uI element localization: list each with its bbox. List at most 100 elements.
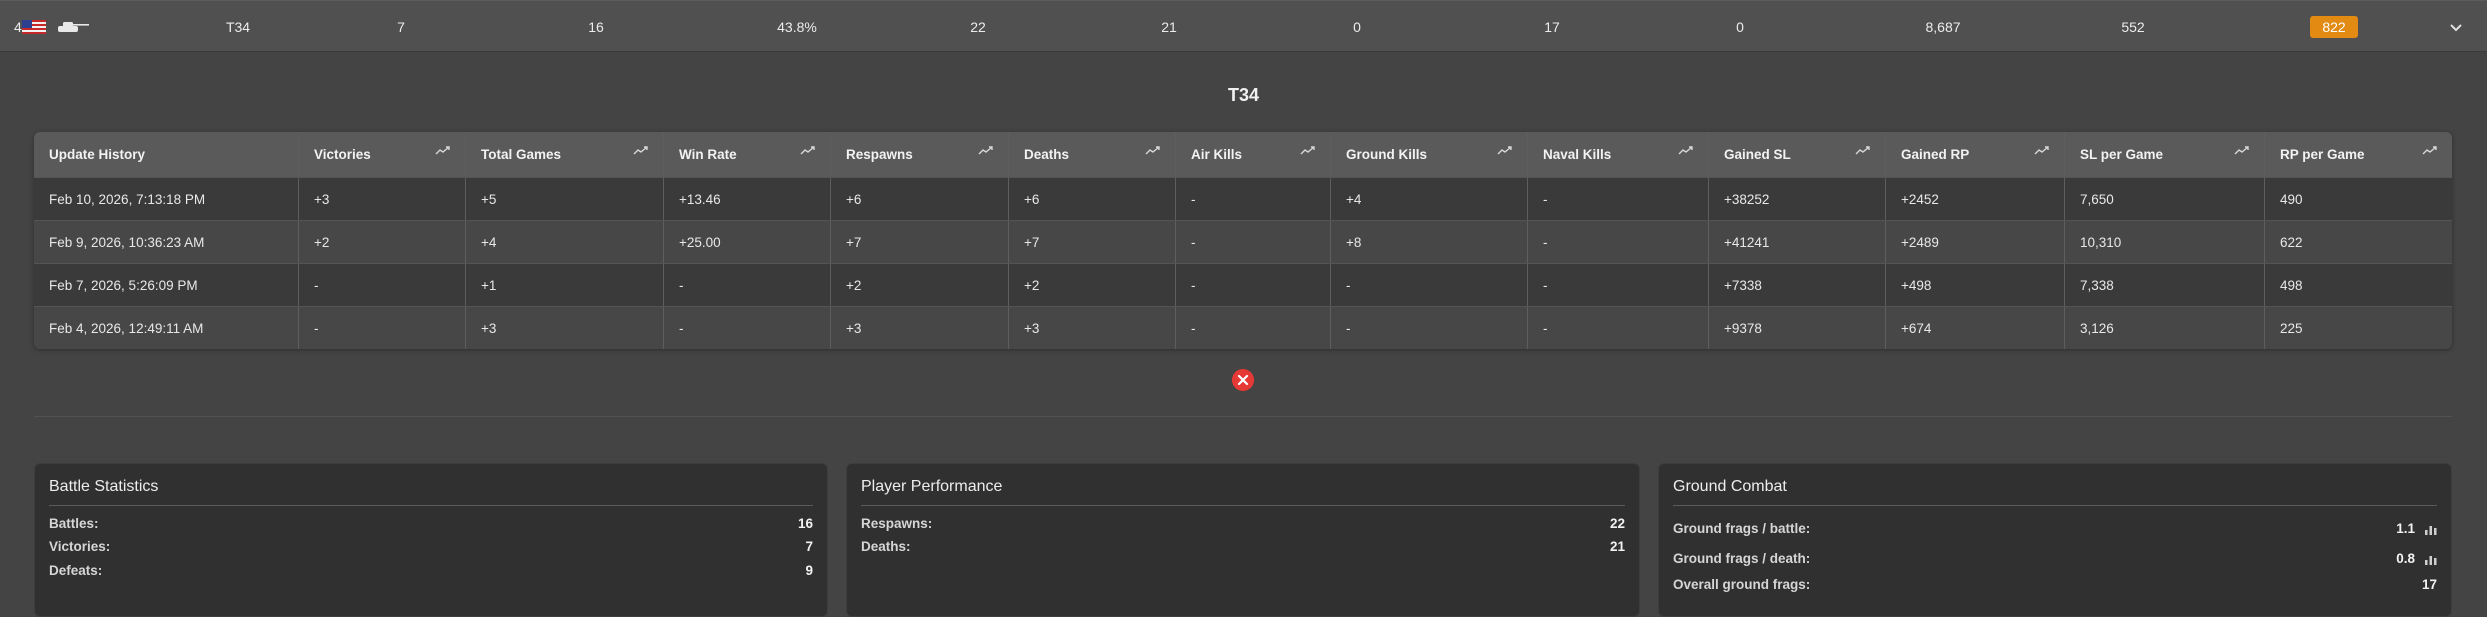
table-cell-respawns: +2 xyxy=(831,264,1009,306)
summary-total-games: 16 xyxy=(588,19,604,35)
stat-row-deaths: Deaths: 21 xyxy=(861,537,1625,557)
column-header-gained-rp[interactable]: Gained RP xyxy=(1886,132,2065,177)
trend-chart-icon[interactable] xyxy=(1497,146,1513,156)
stat-row-defeats: Defeats: 9 xyxy=(49,561,813,581)
column-header-air-kills[interactable]: Air Kills xyxy=(1176,132,1331,177)
table-cell-deaths: +7 xyxy=(1009,221,1176,263)
trend-chart-icon[interactable] xyxy=(2034,146,2050,156)
trend-chart-icon[interactable] xyxy=(2422,146,2438,156)
column-header-respawns[interactable]: Respawns xyxy=(831,132,1009,177)
column-header-victories[interactable]: Victories xyxy=(299,132,466,177)
table-cell-win-rate: - xyxy=(664,264,831,306)
stat-row-overall-ground-frags: Overall ground frags: 17 xyxy=(1673,575,2437,595)
column-header-label: Ground Kills xyxy=(1346,147,1427,162)
trend-chart-icon[interactable] xyxy=(2234,146,2250,156)
close-icon[interactable] xyxy=(1232,369,1254,391)
ground-combat-card: Ground Combat Ground frags / battle: 1.1… xyxy=(1658,463,2452,617)
table-cell-sl-per-game: 10,310 xyxy=(2065,221,2265,263)
battle-statistics-card: Battle Statistics Battles: 16 Victories:… xyxy=(34,463,828,617)
stat-value: 7 xyxy=(805,539,813,554)
column-header-naval-kills[interactable]: Naval Kills xyxy=(1528,132,1709,177)
column-header-label: Update History xyxy=(49,147,146,162)
stat-label: Ground frags / death: xyxy=(1673,551,1811,566)
table-cell-update-history: Feb 10, 2026, 7:13:18 PM xyxy=(34,178,299,220)
column-header-label: Total Games xyxy=(481,147,562,162)
table-cell-gained-rp: +674 xyxy=(1886,307,2065,349)
table-cell-victories: +3 xyxy=(299,178,466,220)
column-header-update-history[interactable]: Update History xyxy=(34,132,299,177)
table-cell-win-rate: +25.00 xyxy=(664,221,831,263)
table-cell-rp-per-game: 490 xyxy=(2280,191,2303,207)
column-header-label: RP per Game xyxy=(2280,147,2365,162)
table-cell-sl-per-game: 3,126 xyxy=(2065,307,2265,349)
trend-chart-icon[interactable] xyxy=(1678,146,1694,156)
trend-chart-icon[interactable] xyxy=(1855,146,1871,156)
table-cell-deaths: +3 xyxy=(1009,307,1176,349)
table-row: Feb 10, 2026, 7:13:18 PM +3 +5 +13.46 +6 +6- +… xyxy=(34,177,2452,220)
card-divider xyxy=(1673,505,2437,506)
table-cell-gained-sl: +41241 xyxy=(1709,221,1886,263)
trend-chart-icon[interactable] xyxy=(800,146,816,156)
table-cell-sl-per-game: 7,338 xyxy=(2065,264,2265,306)
trend-chart-icon[interactable] xyxy=(435,146,451,156)
summary-gained-sl: 8,687 xyxy=(1925,19,1961,35)
trend-chart-icon[interactable] xyxy=(1145,146,1161,156)
table-cell-update-history: Feb 4, 2026, 12:49:11 AM xyxy=(34,307,299,349)
bar-chart-icon[interactable] xyxy=(2425,524,2437,535)
score-badge: 822 xyxy=(2310,16,2358,38)
column-header-deaths[interactable]: Deaths xyxy=(1009,132,1176,177)
section-divider xyxy=(34,416,2452,417)
table-cell-rp-per-game: 498 xyxy=(2280,277,2303,293)
table-cell-naval-kills: - xyxy=(1528,221,1709,263)
trend-chart-icon[interactable] xyxy=(978,146,994,156)
stat-value: 9 xyxy=(805,563,813,578)
column-header-gained-sl[interactable]: Gained SL xyxy=(1709,132,1886,177)
table-cell-victories: - xyxy=(299,307,466,349)
table-cell-naval-kills: - xyxy=(1528,307,1709,349)
summary-gained-rp: 552 xyxy=(2121,19,2145,35)
summary-air-kills: 0 xyxy=(1353,19,1361,35)
chevron-down-icon[interactable] xyxy=(2447,18,2465,36)
summary-ground-kills: 17 xyxy=(1544,19,1560,35)
trend-chart-icon[interactable] xyxy=(1300,146,1316,156)
vehicle-summary-row[interactable]: 4 T34 7 16 43.8% 22 21 0 17 0 8,687 552 … xyxy=(0,0,2487,52)
table-cell-air-kills: - xyxy=(1176,307,1331,349)
column-header-label: Gained RP xyxy=(1901,147,1970,162)
trend-chart-icon[interactable] xyxy=(633,146,649,156)
column-header-label: Air Kills xyxy=(1191,147,1243,162)
stat-value: 21 xyxy=(1609,539,1625,554)
stat-label: Defeats: xyxy=(49,563,103,578)
table-cell-win-rate: - xyxy=(664,307,831,349)
player-performance-card: Player Performance Respawns: 22 Deaths: … xyxy=(846,463,1640,617)
column-header-total-games[interactable]: Total Games xyxy=(466,132,664,177)
column-header-sl-per-game[interactable]: SL per Game xyxy=(2065,132,2265,177)
detail-title: T34 xyxy=(1227,85,1260,105)
column-header-label: Deaths xyxy=(1024,147,1070,162)
card-title: Battle Statistics xyxy=(49,478,159,495)
stat-value: 17 xyxy=(2421,577,2437,592)
table-cell-update-history: Feb 7, 2026, 5:26:09 PM xyxy=(34,264,299,306)
card-divider xyxy=(861,505,1625,506)
summary-naval-kills: 0 xyxy=(1736,19,1744,35)
column-header-label: Respawns xyxy=(846,147,913,162)
table-cell-rp-per-game: 225 xyxy=(2280,320,2303,336)
column-header-ground-kills[interactable]: Ground Kills xyxy=(1331,132,1528,177)
table-cell-air-kills: - xyxy=(1176,178,1331,220)
table-cell-total-games: +3 xyxy=(466,307,664,349)
column-header-win-rate[interactable]: Win Rate xyxy=(664,132,831,177)
stat-row-frags-per-death: Ground frags / death: 0.8 xyxy=(1673,549,2437,569)
table-cell-gained-sl: +38252 xyxy=(1709,178,1886,220)
column-header-rp-per-game[interactable]: RP per Game xyxy=(2265,132,2452,177)
table-cell-total-games: +4 xyxy=(466,221,664,263)
table-cell-ground-kills: +4 xyxy=(1331,178,1528,220)
stat-value: 0.8 xyxy=(2396,551,2415,566)
stat-row-frags-per-battle: Ground frags / battle: 1.1 xyxy=(1673,519,2437,539)
table-cell-deaths: +2 xyxy=(1009,264,1176,306)
table-row: Feb 4, 2026, 12:49:11 AM - +3- +3 +3- - - +9378… xyxy=(34,306,2452,349)
table-cell-total-games: +5 xyxy=(466,178,664,220)
table-cell-ground-kills: +8 xyxy=(1331,221,1528,263)
stat-label: Ground frags / battle: xyxy=(1673,521,1811,536)
table-cell-gained-rp: +498 xyxy=(1886,264,2065,306)
column-header-label: Gained SL xyxy=(1724,147,1791,162)
bar-chart-icon[interactable] xyxy=(2425,554,2437,565)
